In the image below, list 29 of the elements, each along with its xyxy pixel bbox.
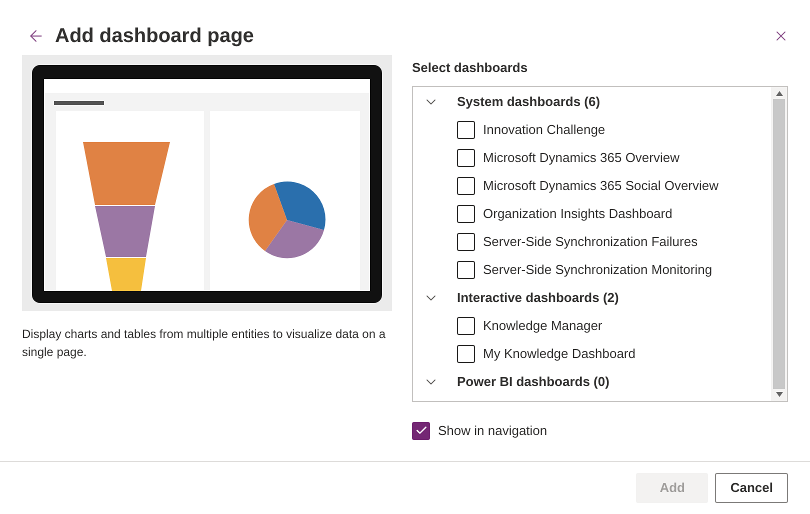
checkbox[interactable] — [457, 205, 475, 223]
checkbox[interactable] — [457, 121, 475, 139]
scroll-down-icon[interactable] — [776, 392, 782, 397]
dashboard-option: Knowledge Manager — [483, 316, 602, 336]
checkbox-label: Show in navigation — [438, 422, 548, 440]
scrollbar[interactable] — [771, 87, 787, 401]
checkbox[interactable] — [457, 261, 475, 279]
dashboard-option: Server-Side Synchronization Failures — [483, 232, 698, 252]
dashboard-option: My Knowledge Dashboard — [483, 344, 636, 364]
checkbox[interactable] — [457, 317, 475, 335]
scroll-up-icon[interactable] — [776, 91, 782, 96]
dashboard-option: Microsoft Dynamics 365 Overview — [483, 148, 680, 168]
checkbox[interactable] — [412, 422, 430, 440]
dashboard-option: Organization Insights Dashboard — [483, 204, 672, 224]
dashboard-option: Innovation Challenge — [483, 120, 606, 140]
dialog-button[interactable]: Cancel — [715, 473, 788, 503]
dialog-title: Add dashboard page — [55, 24, 254, 49]
group-header[interactable]: Interactive dashboards (2) — [413, 284, 771, 312]
checkbox[interactable] — [457, 177, 475, 195]
list-label: Select dashboards — [412, 59, 529, 77]
dashboard-option: Server-Side Synchronization Monitoring — [483, 260, 712, 280]
checkbox[interactable] — [457, 233, 475, 251]
checkbox[interactable] — [457, 149, 475, 167]
checkbox[interactable] — [457, 345, 475, 363]
dashboard-option: Microsoft Dynamics 365 Social Overview — [483, 176, 719, 196]
group-header[interactable]: System dashboards (6) — [413, 88, 771, 116]
description: Display charts and tables from multiple entities to visualize data on a single page. — [22, 326, 387, 361]
scrollbar-thumb[interactable] — [773, 99, 785, 389]
group-header[interactable]: Power BI dashboards (0) — [413, 368, 771, 396]
